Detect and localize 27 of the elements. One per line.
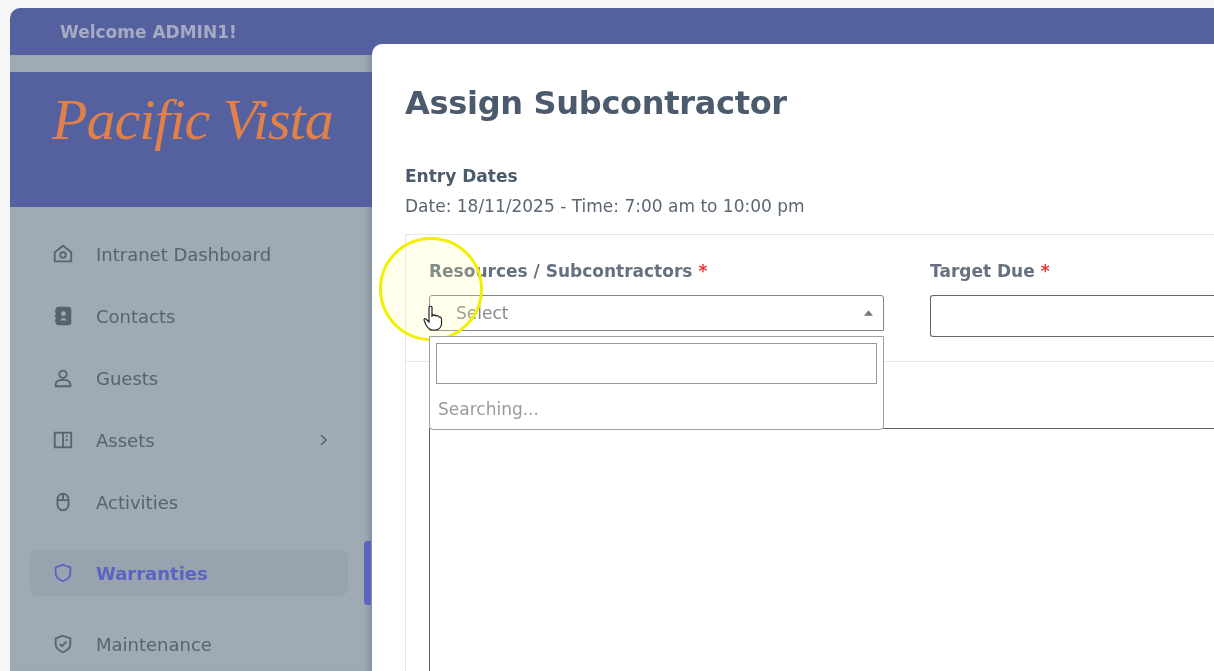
- contact-book-icon: [52, 305, 74, 327]
- person-icon: [52, 367, 74, 389]
- shield-icon: [52, 562, 74, 584]
- required-mark: *: [1040, 261, 1050, 281]
- sidebar-item[interactable]: Guests: [30, 355, 348, 401]
- hand-cursor-icon: [423, 305, 443, 331]
- sidebar-item[interactable]: Assets: [30, 417, 348, 463]
- active-indicator: [364, 541, 371, 605]
- field-label: Target Due *: [930, 261, 1051, 281]
- search-field[interactable]: [436, 343, 877, 384]
- date-text: Date: 18/11/2025 - Time: 7:00 am to 10:00 pm: [405, 196, 806, 216]
- modal-title: Assign Subcontractor: [405, 84, 788, 122]
- shield-check-icon: [52, 633, 74, 655]
- sidebar-item[interactable]: Warranties: [30, 550, 348, 596]
- sidebar-item[interactable]: Activities: [30, 479, 348, 525]
- house-icon: [52, 243, 74, 265]
- sidebar-item[interactable]: Intranet Dashboard: [30, 231, 348, 277]
- status-text: Searching...: [437, 398, 540, 421]
- caret-up-icon: [864, 310, 873, 316]
- required-mark: *: [698, 261, 708, 281]
- welcome-text: Welcome ADMIN1!: [60, 21, 237, 42]
- panel-icon: [52, 429, 74, 451]
- sidebar-item[interactable]: Contacts: [30, 293, 348, 339]
- logo-text: Pacific Vista: [52, 86, 333, 153]
- date-input[interactable]: [930, 295, 1214, 337]
- sidebar-item[interactable]: Maintenance: [30, 621, 348, 667]
- section-heading: Entry Dates: [405, 166, 519, 186]
